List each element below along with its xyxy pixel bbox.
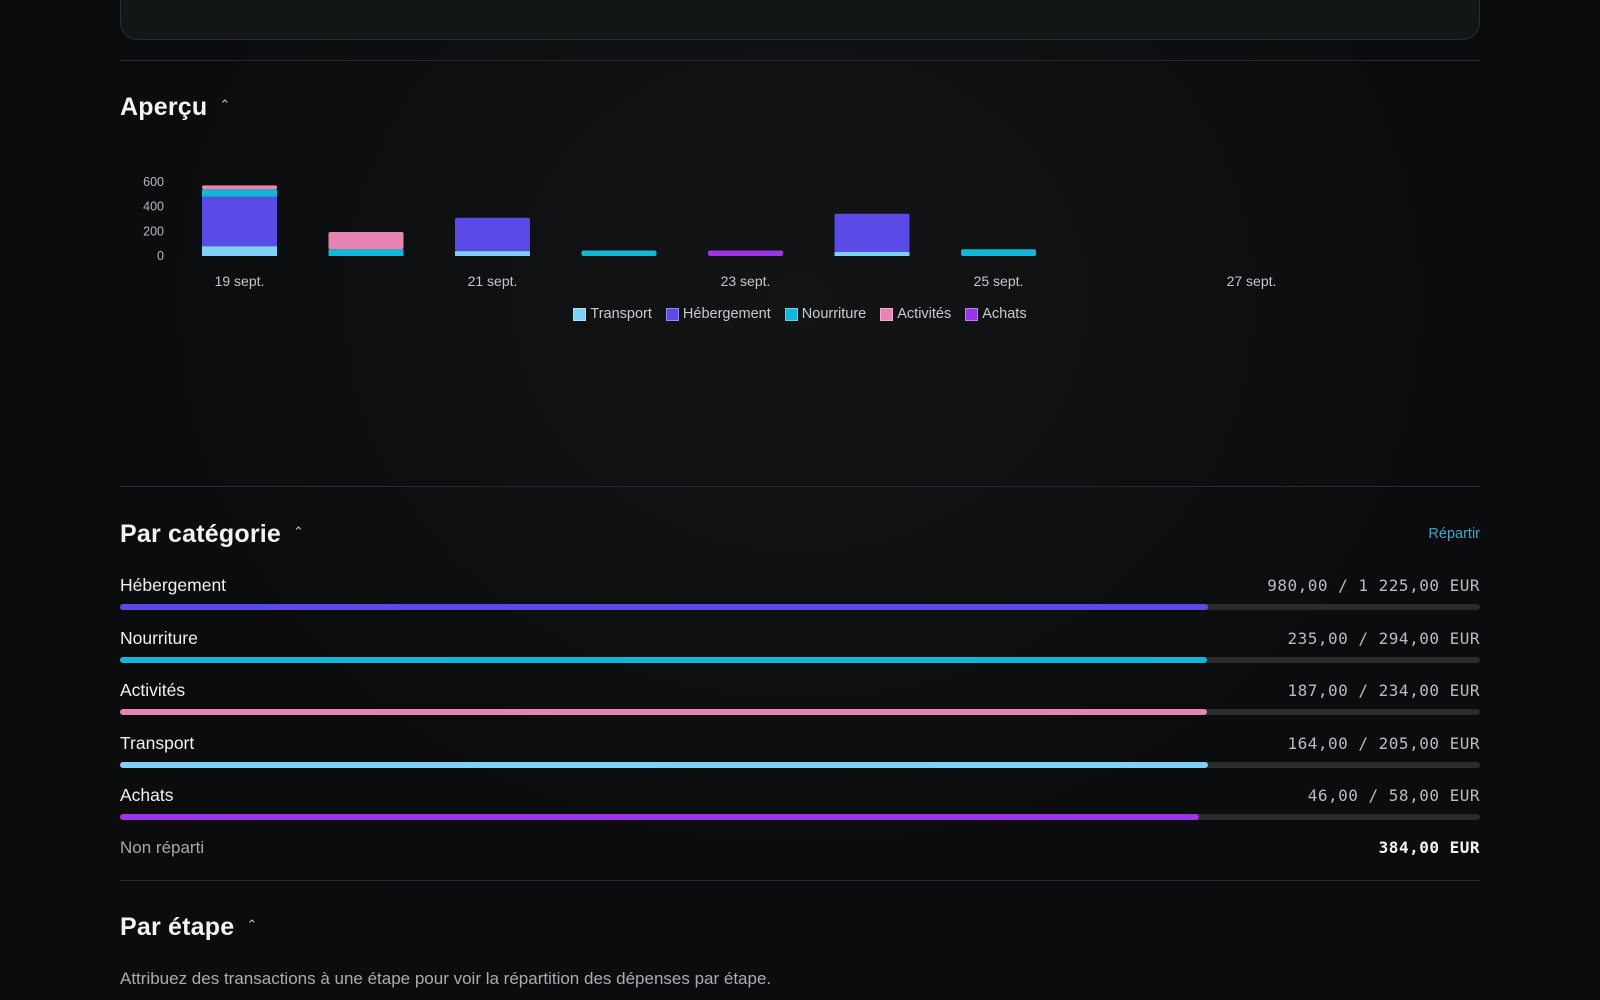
category-name: Nourriture [120,627,198,648]
category-name: Achats [120,785,174,805]
legend-label: Transport [590,306,652,322]
apercu-header[interactable]: Aperçu ⌃ [120,93,230,122]
y-tick-label: 600 [143,175,164,189]
x-tick-label: 19 sept. [215,273,265,289]
legend-swatch [880,307,894,321]
legend-item[interactable]: Activités [880,306,951,322]
par-categorie-header[interactable]: Par catégorie ⌃ [120,520,304,549]
bar-stack[interactable] [202,185,277,256]
category-progress-fill [120,814,1199,820]
bar-stack[interactable] [961,249,1036,256]
repartir-link[interactable]: Répartir [1428,526,1480,542]
category-amount: 46,00 / 58,00 EUR [1307,786,1480,805]
bar-segment[interactable] [202,189,277,197]
category-name: Activités [120,680,186,700]
category-name: Transport [120,732,195,753]
legend-swatch [665,307,679,321]
bar-stack[interactable] [455,217,530,256]
legend-label: Achats [982,306,1027,322]
legend-label: Nourriture [801,306,867,322]
category-name: Hébergement [120,575,227,595]
chart-legend: Transport Hébergement Nourriture Activités A… [0,306,1600,322]
par-categorie-title: Par catégorie [120,520,282,548]
chevron-up-icon[interactable]: ⌃ [219,97,230,113]
category-amount: 235,00 / 294,00 EUR [1287,628,1480,648]
x-tick-label: 27 sept. [1227,273,1277,289]
x-tick-label: 25 sept. [974,273,1024,289]
divider [120,60,1480,61]
category-amount: 187,00 / 234,00 EUR [1287,681,1480,700]
legend-item[interactable]: Transport [573,306,652,322]
apercu-title: Aperçu [120,93,208,121]
bar-segment[interactable] [328,231,404,250]
category-amount: 164,00 / 205,00 EUR [1287,733,1480,753]
legend-item[interactable]: Hébergement [665,306,771,322]
bar-segment[interactable] [202,196,277,247]
bar-segment[interactable] [961,249,1036,256]
bar-segment[interactable] [834,213,910,252]
legend-swatch [965,307,979,321]
non-reparti-label: Non réparti [120,838,205,857]
category-progress-fill [120,761,1208,768]
category-progress-track [120,814,1480,820]
category-progress-track [120,761,1480,768]
chevron-up-icon[interactable]: ⌃ [293,524,304,540]
y-tick-label: 200 [143,224,164,238]
y-tick-label: 400 [143,200,164,214]
legend-swatch [784,307,798,321]
divider [120,486,1480,487]
divider [120,880,1480,881]
category-progress-track [120,604,1480,610]
bar-segment[interactable] [202,246,277,256]
category-progress-track [120,656,1480,663]
chevron-up-icon[interactable]: ⌃ [246,917,257,933]
legend-label: Hébergement [682,306,771,322]
bar-stack[interactable] [708,250,783,256]
bar-segment[interactable] [708,250,783,256]
category-progress-track [120,709,1480,715]
top-card [120,0,1480,40]
par-etape-title: Par étape [120,913,235,941]
bar-segment[interactable] [202,185,277,190]
apercu-chart: 0 200 400 600 19 sept. 21 sept. 23 sept. 25 sep… [143,175,1277,289]
non-reparti-amount: 384,00 EUR [1378,838,1480,857]
category-progress-fill [120,656,1208,663]
bar-stack[interactable] [581,250,657,256]
legend-item[interactable]: Achats [965,306,1027,322]
y-tick-label: 0 [157,249,164,263]
par-etape-header[interactable]: Par étape ⌃ [120,913,257,942]
bar-segment[interactable] [581,250,657,256]
bar-segment[interactable] [834,252,910,256]
legend-swatch [573,307,587,321]
category-progress-fill [120,604,1208,610]
legend-label: Activités [897,306,952,322]
legend-item[interactable]: Nourriture [784,306,867,322]
bar-segment[interactable] [455,217,530,252]
x-tick-label: 23 sept. [721,273,771,289]
bar-segment[interactable] [455,251,530,256]
par-etape-description: Attribuez des transactions à une étape p… [120,969,772,988]
category-progress-fill [120,709,1207,715]
bar-segment[interactable] [328,249,404,256]
bar-stack[interactable] [834,213,910,256]
bar-stack[interactable] [328,231,404,256]
x-tick-label: 21 sept. [468,273,518,289]
category-amount: 980,00 / 1 225,00 EUR [1267,576,1480,595]
